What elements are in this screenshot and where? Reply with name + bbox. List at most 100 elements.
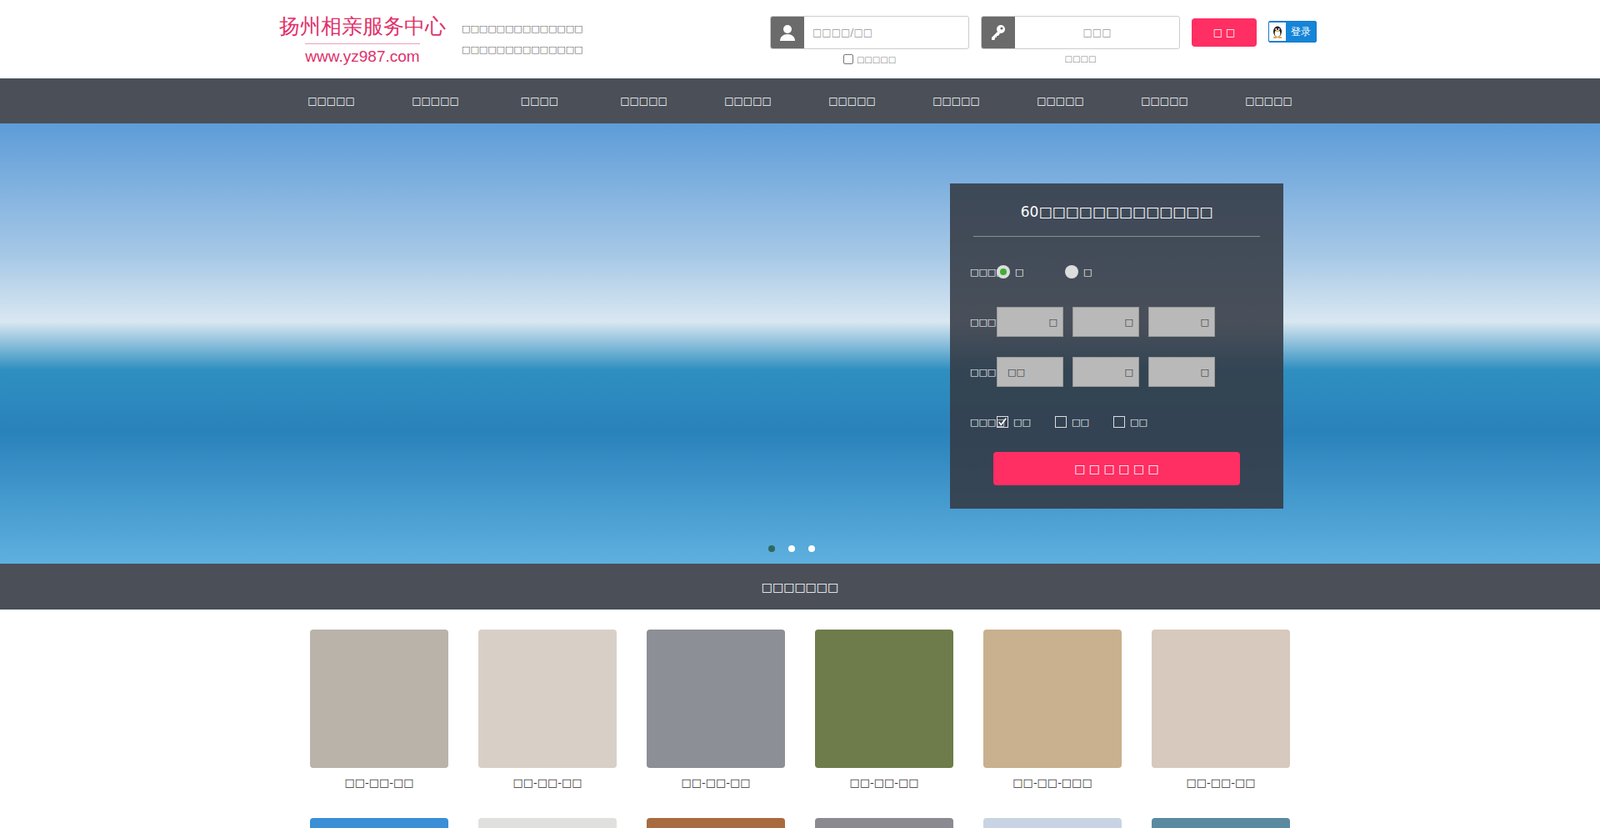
logo[interactable]: 扬州相亲服务中心www.yz987.com bbox=[283, 13, 442, 66]
profile-caption: □□-□□-□□□ bbox=[983, 775, 1122, 789]
slogan: □□□□□□□□□□□□□□ bbox=[461, 23, 584, 35]
region-select[interactable]: □□ bbox=[996, 356, 1064, 387]
search-button[interactable]: □ □ □ □ □ □ bbox=[993, 451, 1240, 485]
profile-card[interactable]: □□-□□-□□ bbox=[310, 629, 449, 818]
nav-item[interactable]: □□□□□ bbox=[904, 78, 1009, 124]
forgot-link[interactable]: □□□□ bbox=[1065, 54, 1097, 64]
region-row: □□□□□□□□ bbox=[973, 351, 1260, 392]
carousel-dot[interactable] bbox=[768, 545, 775, 552]
checkbox-label: □□ bbox=[1013, 416, 1031, 428]
checkbox-box[interactable] bbox=[1113, 415, 1125, 428]
gender-row: □□□□□□ bbox=[973, 251, 1260, 292]
logo-title: 扬州相亲服务中心 bbox=[279, 13, 446, 40]
slogans: □□□□□□□□□□□□□□ □□□□□□□□□□□□□□ bbox=[461, 23, 584, 55]
region-label: □□□□ bbox=[970, 366, 995, 378]
photo-checkbox[interactable]: □□ bbox=[1055, 415, 1112, 428]
select-arrow: □ bbox=[1200, 316, 1210, 328]
slogan: □□□□□□□□□□□□□□ bbox=[461, 44, 584, 55]
region-select[interactable]: □ bbox=[1148, 356, 1215, 387]
qq-login-button[interactable]: 登录 bbox=[1268, 20, 1317, 43]
radio-circle[interactable] bbox=[996, 265, 1010, 279]
remember-box[interactable] bbox=[843, 54, 854, 65]
profile-card[interactable] bbox=[310, 817, 449, 828]
profile-card[interactable]: □□-□□-□□ bbox=[478, 629, 617, 818]
remember-checkbox[interactable]: □□□□□ bbox=[843, 54, 896, 65]
photo-row: □□□□□□□□□□ bbox=[973, 401, 1260, 442]
profile-photo bbox=[646, 629, 785, 768]
nav-item[interactable]: □□□□□ bbox=[1008, 78, 1113, 124]
profile-photo bbox=[983, 629, 1122, 768]
photo-checkbox[interactable]: □□ bbox=[996, 415, 1054, 428]
nav-item[interactable]: □□□□□ bbox=[1112, 78, 1217, 124]
photo-label: □□□□ bbox=[970, 416, 995, 428]
age-select[interactable]: □ bbox=[996, 306, 1064, 337]
gender-radio[interactable]: □ bbox=[1065, 265, 1132, 279]
username-group: □□□□/□□ □□□□□ bbox=[770, 15, 970, 65]
profile-photo bbox=[815, 629, 954, 768]
radio-label: □ bbox=[1015, 266, 1024, 278]
login-button[interactable]: □ □ bbox=[1191, 18, 1257, 47]
radio-label: □ bbox=[1083, 266, 1092, 278]
checkbox-box[interactable] bbox=[996, 415, 1009, 428]
page: 扬州相亲服务中心www.yz987.com□□□□□□□□□□□□□□□□□□□… bbox=[0, 0, 1600, 828]
header: 扬州相亲服务中心www.yz987.com□□□□□□□□□□□□□□□□□□□… bbox=[0, 0, 1600, 79]
nav-item[interactable]: □□□□□ bbox=[383, 78, 488, 124]
penguin-icon bbox=[1269, 22, 1286, 41]
profile-card[interactable]: □□-□□-□□ bbox=[646, 629, 785, 818]
carousel-dots bbox=[266, 545, 1317, 552]
nav-item[interactable]: □□□□□ bbox=[1216, 78, 1321, 124]
select-arrow: □ bbox=[1049, 316, 1058, 328]
search-title: 60□□□□□□□□□□□□□ bbox=[973, 200, 1260, 224]
qq-login-label: 登录 bbox=[1285, 25, 1316, 40]
select-arrow: □ bbox=[1125, 366, 1134, 378]
nav-item[interactable]: □□□□ bbox=[487, 78, 592, 124]
profile-card[interactable] bbox=[478, 817, 617, 828]
remember-label: □□□□□ bbox=[856, 55, 896, 65]
gender-radio[interactable]: □ bbox=[996, 265, 1064, 279]
carousel-dot[interactable] bbox=[808, 545, 815, 552]
profile-caption: □□-□□-□□ bbox=[1151, 775, 1290, 789]
nav-item[interactable]: □□□□□ bbox=[279, 78, 384, 124]
profile-card[interactable]: □□-□□-□□□ bbox=[983, 629, 1122, 818]
key-icon bbox=[981, 15, 1015, 50]
profile-photo bbox=[815, 817, 954, 828]
profile-photo bbox=[478, 817, 617, 828]
profile-card[interactable] bbox=[1151, 817, 1290, 828]
profile-card[interactable] bbox=[815, 817, 954, 828]
profile-card[interactable]: □□-□□-□□ bbox=[815, 629, 954, 818]
nav-item[interactable]: □□□□□ bbox=[800, 78, 905, 124]
profile-caption: □□-□□-□□ bbox=[310, 775, 449, 789]
section-bar: □□□□□□□ bbox=[0, 563, 1600, 610]
profile-photo bbox=[646, 817, 785, 828]
section-title: □□□□□□□ bbox=[761, 580, 840, 594]
password-group: □□□□□□□ bbox=[980, 15, 1180, 64]
checkbox-box[interactable] bbox=[1055, 415, 1067, 428]
profile-card[interactable]: □□-□□-□□ bbox=[1151, 629, 1290, 818]
logo-url: www.yz987.com bbox=[305, 43, 420, 66]
password-field[interactable]: □□□ bbox=[980, 15, 1180, 50]
profile-photo bbox=[1151, 629, 1290, 768]
nav-item[interactable]: □□□□□ bbox=[695, 78, 800, 124]
select-arrow: □ bbox=[1125, 316, 1134, 328]
profile-card[interactable] bbox=[646, 817, 785, 828]
age-row: □□□□□□□ bbox=[973, 301, 1260, 342]
profile-card[interactable] bbox=[983, 817, 1122, 828]
profile-photo bbox=[310, 629, 449, 768]
checkbox-label: □□ bbox=[1130, 416, 1148, 428]
age-select[interactable]: □ bbox=[1072, 306, 1140, 337]
carousel-dot[interactable] bbox=[788, 545, 795, 552]
region-select[interactable]: □ bbox=[1072, 356, 1140, 387]
profile-photo bbox=[310, 817, 449, 828]
gender-label: □□□□ bbox=[970, 266, 995, 278]
password-placeholder: □□□ bbox=[1015, 26, 1180, 39]
age-select[interactable]: □ bbox=[1148, 306, 1215, 337]
profile-photo bbox=[478, 629, 617, 768]
photo-checkbox[interactable]: □□ bbox=[1113, 415, 1170, 428]
banner-photo bbox=[0, 123, 1600, 564]
age-label: □□□□ bbox=[970, 316, 995, 328]
username-field[interactable]: □□□□/□□ bbox=[770, 15, 970, 50]
banner: 60□□□□□□□□□□□□□□□□□□□□□□□□□□□□□□□□□□□□□□… bbox=[0, 123, 1600, 564]
nav-item[interactable]: □□□□□ bbox=[591, 78, 696, 124]
radio-circle[interactable] bbox=[1065, 265, 1079, 279]
search-panel: 60□□□□□□□□□□□□□□□□□□□□□□□□□□□□□□□□□□□□□□… bbox=[950, 183, 1284, 509]
